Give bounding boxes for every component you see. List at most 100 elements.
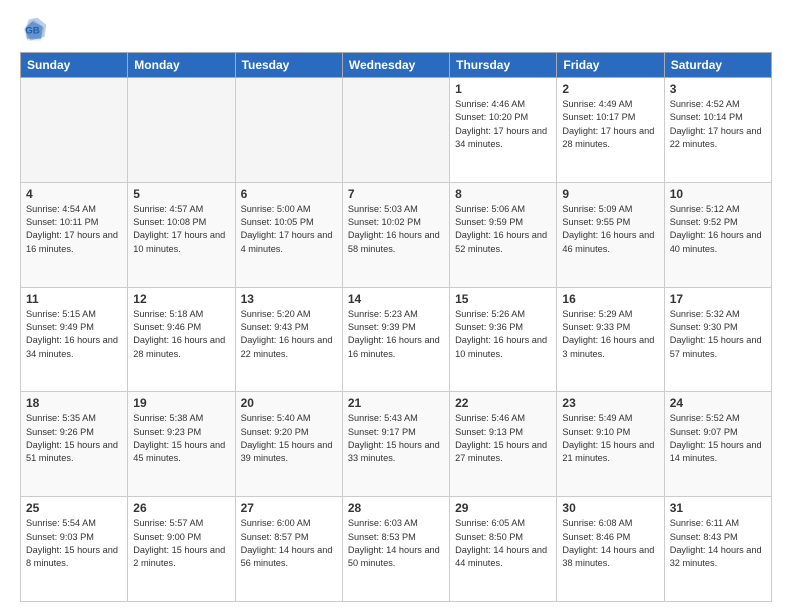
calendar-cell: 11 Sunrise: 5:15 AMSunset: 9:49 PMDayligh… [21,287,128,392]
calendar-cell: 9Sunrise: 5:09 AMSunset: 9:55 PMDaylight… [557,182,664,287]
day-detail: Sunrise: 5:49 AMSunset: 9:10 PMDaylight:… [562,412,658,465]
day-detail: Sunrise: 5:29 AMSunset: 9:33 PMDaylight:… [562,308,658,361]
calendar-week-4: 18 Sunrise: 5:35 AMSunset: 9:26 PMDayligh… [21,392,772,497]
day-detail: Sunrise: 5:46 AMSunset: 9:13 PMDaylight:… [455,412,551,465]
calendar-cell: 7 Sunrise: 5:03 AMSunset: 10:02 PMDayligh… [342,182,449,287]
day-detail: Sunrise: 5:57 AMSunset: 9:00 PMDaylight:… [133,517,229,570]
day-detail: Sunrise: 5:32 AMSunset: 9:30 PMDaylight:… [670,308,766,361]
day-header-sunday: Sunday [21,53,128,78]
day-number: 14 [348,292,444,306]
day-detail: Sunrise: 5:35 AMSunset: 9:26 PMDaylight:… [26,412,122,465]
day-detail: Sunrise: 6:05 AMSunset: 8:50 PMDaylight:… [455,517,551,570]
calendar-cell: 21 Sunrise: 5:43 AMSunset: 9:17 PMDayligh… [342,392,449,497]
day-header-tuesday: Tuesday [235,53,342,78]
day-number: 27 [241,501,337,515]
day-number: 10 [670,187,766,201]
day-number: 25 [26,501,122,515]
day-header-monday: Monday [128,53,235,78]
day-detail: Sunrise: 5:03 AMSunset: 10:02 PMDaylight… [348,203,444,256]
day-number: 16 [562,292,658,306]
calendar-cell: 4 Sunrise: 4:54 AMSunset: 10:11 PMDayligh… [21,182,128,287]
day-detail: Sunrise: 4:54 AMSunset: 10:11 PMDaylight… [26,203,122,256]
day-detail: Sunrise: 4:49 AMSunset: 10:17 PMDaylight… [562,98,658,151]
calendar-cell: 13 Sunrise: 5:20 AMSunset: 9:43 PMDayligh… [235,287,342,392]
day-number: 26 [133,501,229,515]
day-detail: Sunrise: 4:46 AMSunset: 10:20 PMDaylight… [455,98,551,151]
day-detail: Sunrise: 6:08 AMSunset: 8:46 PMDaylight:… [562,517,658,570]
day-detail: Sunrise: 5:00 AMSunset: 10:05 PMDaylight… [241,203,337,256]
day-detail: Sunrise: 4:57 AMSunset: 10:08 PMDaylight… [133,203,229,256]
svg-text:GB: GB [25,26,39,37]
calendar-cell: 27 Sunrise: 6:00 AMSunset: 8:57 PMDayligh… [235,497,342,602]
calendar-cell: 29 Sunrise: 6:05 AMSunset: 8:50 PMDayligh… [450,497,557,602]
day-number: 21 [348,396,444,410]
day-number: 22 [455,396,551,410]
day-number: 28 [348,501,444,515]
calendar-cell [235,78,342,183]
day-number: 17 [670,292,766,306]
logo-icon: GB [20,16,48,44]
calendar-week-2: 4 Sunrise: 4:54 AMSunset: 10:11 PMDayligh… [21,182,772,287]
day-number: 18 [26,396,122,410]
day-number: 30 [562,501,658,515]
day-number: 13 [241,292,337,306]
day-detail: Sunrise: 5:38 AMSunset: 9:23 PMDaylight:… [133,412,229,465]
calendar-cell: 17 Sunrise: 5:32 AMSunset: 9:30 PMDayligh… [664,287,771,392]
logo: GB [20,16,52,44]
calendar-cell: 10 Sunrise: 5:12 AMSunset: 9:52 PMDayligh… [664,182,771,287]
day-number: 4 [26,187,122,201]
day-detail: Sunrise: 5:18 AMSunset: 9:46 PMDaylight:… [133,308,229,361]
day-detail: Sunrise: 5:43 AMSunset: 9:17 PMDaylight:… [348,412,444,465]
day-number: 31 [670,501,766,515]
day-detail: Sunrise: 5:20 AMSunset: 9:43 PMDaylight:… [241,308,337,361]
header: GB [20,16,772,44]
day-number: 23 [562,396,658,410]
calendar-cell: 20 Sunrise: 5:40 AMSunset: 9:20 PMDayligh… [235,392,342,497]
calendar-cell: 30 Sunrise: 6:08 AMSunset: 8:46 PMDayligh… [557,497,664,602]
day-number: 8 [455,187,551,201]
calendar-cell: 1 Sunrise: 4:46 AMSunset: 10:20 PMDayligh… [450,78,557,183]
calendar-cell: 16 Sunrise: 5:29 AMSunset: 9:33 PMDayligh… [557,287,664,392]
day-number: 29 [455,501,551,515]
calendar-cell: 12 Sunrise: 5:18 AMSunset: 9:46 PMDayligh… [128,287,235,392]
day-number: 2 [562,82,658,96]
calendar-cell: 19 Sunrise: 5:38 AMSunset: 9:23 PMDayligh… [128,392,235,497]
day-detail: Sunrise: 5:15 AMSunset: 9:49 PMDaylight:… [26,308,122,361]
calendar-cell: 23 Sunrise: 5:49 AMSunset: 9:10 PMDayligh… [557,392,664,497]
day-detail: Sunrise: 5:12 AMSunset: 9:52 PMDaylight:… [670,203,766,256]
calendar-cell: 8 Sunrise: 5:06 AMSunset: 9:59 PMDaylight… [450,182,557,287]
day-detail: Sunrise: 5:23 AMSunset: 9:39 PMDaylight:… [348,308,444,361]
day-number: 20 [241,396,337,410]
day-detail: Sunrise: 5:40 AMSunset: 9:20 PMDaylight:… [241,412,337,465]
calendar-cell: 28Sunrise: 6:03 AMSunset: 8:53 PMDayligh… [342,497,449,602]
day-number: 24 [670,396,766,410]
calendar-cell: 25Sunrise: 5:54 AMSunset: 9:03 PMDayligh… [21,497,128,602]
day-number: 1 [455,82,551,96]
calendar-cell: 26 Sunrise: 5:57 AMSunset: 9:00 PMDayligh… [128,497,235,602]
calendar-cell: 15Sunrise: 5:26 AMSunset: 9:36 PMDayligh… [450,287,557,392]
day-number: 15 [455,292,551,306]
day-header-wednesday: Wednesday [342,53,449,78]
day-number: 11 [26,292,122,306]
calendar-cell: 3Sunrise: 4:52 AMSunset: 10:14 PMDayligh… [664,78,771,183]
day-detail: Sunrise: 5:52 AMSunset: 9:07 PMDaylight:… [670,412,766,465]
day-number: 19 [133,396,229,410]
calendar-cell: 22 Sunrise: 5:46 AMSunset: 9:13 PMDayligh… [450,392,557,497]
day-detail: Sunrise: 4:52 AMSunset: 10:14 PMDaylight… [670,98,766,151]
calendar-cell: 5 Sunrise: 4:57 AMSunset: 10:08 PMDayligh… [128,182,235,287]
calendar-cell [342,78,449,183]
calendar-week-1: 1 Sunrise: 4:46 AMSunset: 10:20 PMDayligh… [21,78,772,183]
day-detail: Sunrise: 6:00 AMSunset: 8:57 PMDaylight:… [241,517,337,570]
calendar-cell: 6Sunrise: 5:00 AMSunset: 10:05 PMDayligh… [235,182,342,287]
calendar-cell [128,78,235,183]
day-detail: Sunrise: 5:06 AMSunset: 9:59 PMDaylight:… [455,203,551,256]
day-detail: Sunrise: 6:11 AMSunset: 8:43 PMDaylight:… [670,517,766,570]
day-header-saturday: Saturday [664,53,771,78]
day-number: 7 [348,187,444,201]
day-number: 5 [133,187,229,201]
calendar-table: SundayMondayTuesdayWednesdayThursdayFrid… [20,52,772,602]
calendar-cell: 2 Sunrise: 4:49 AMSunset: 10:17 PMDayligh… [557,78,664,183]
day-number: 9 [562,187,658,201]
day-number: 12 [133,292,229,306]
calendar-header-row: SundayMondayTuesdayWednesdayThursdayFrid… [21,53,772,78]
